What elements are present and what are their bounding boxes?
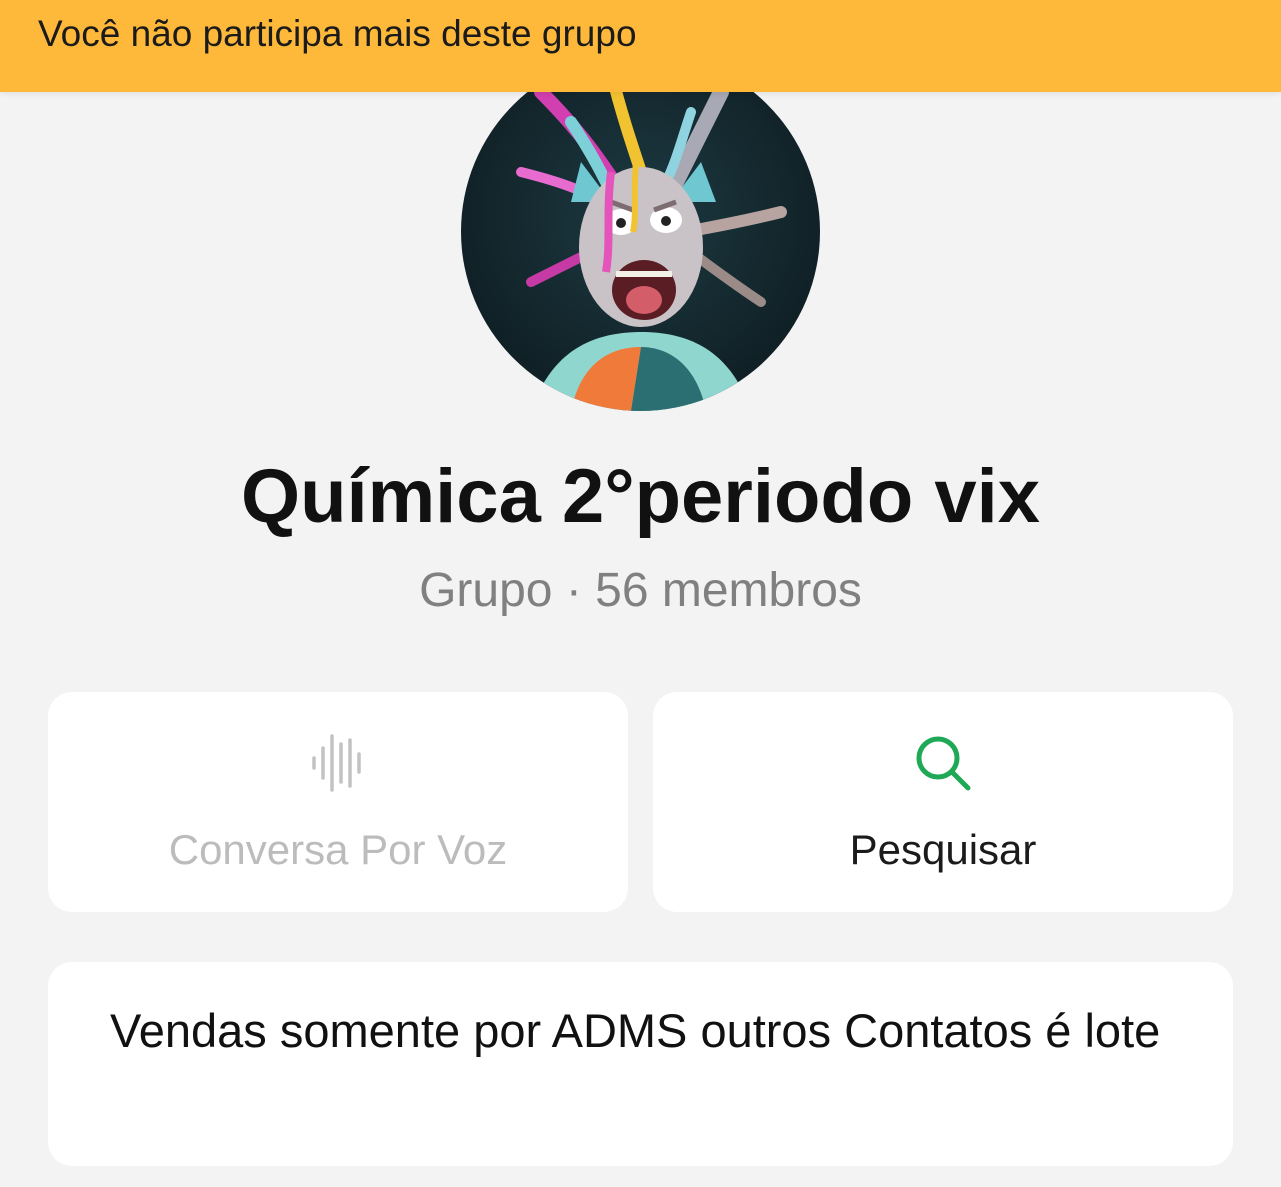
group-avatar[interactable] (461, 52, 820, 411)
search-icon (912, 732, 974, 799)
group-avatar-image (461, 52, 820, 411)
group-subtitle: Grupo · 56 membros (419, 564, 862, 617)
banner-text: Você não participa mais deste grupo (38, 13, 637, 54)
group-description-card: Vendas somente por ADMS outros Contatos … (48, 962, 1233, 1166)
search-label: Pesquisar (849, 826, 1037, 873)
voice-chat-label: Conversa Por Voz (168, 826, 508, 873)
search-button[interactable]: Pesquisar (653, 692, 1233, 912)
voice-chat-button[interactable]: Conversa Por Voz (48, 692, 628, 912)
waveform-icon (310, 732, 366, 799)
group-name: Química 2°periodo vix (240, 454, 1041, 539)
not-member-banner: Você não participa mais deste grupo (0, 0, 1281, 92)
group-description: Vendas somente por ADMS outros Contatos … (110, 1004, 1161, 1057)
